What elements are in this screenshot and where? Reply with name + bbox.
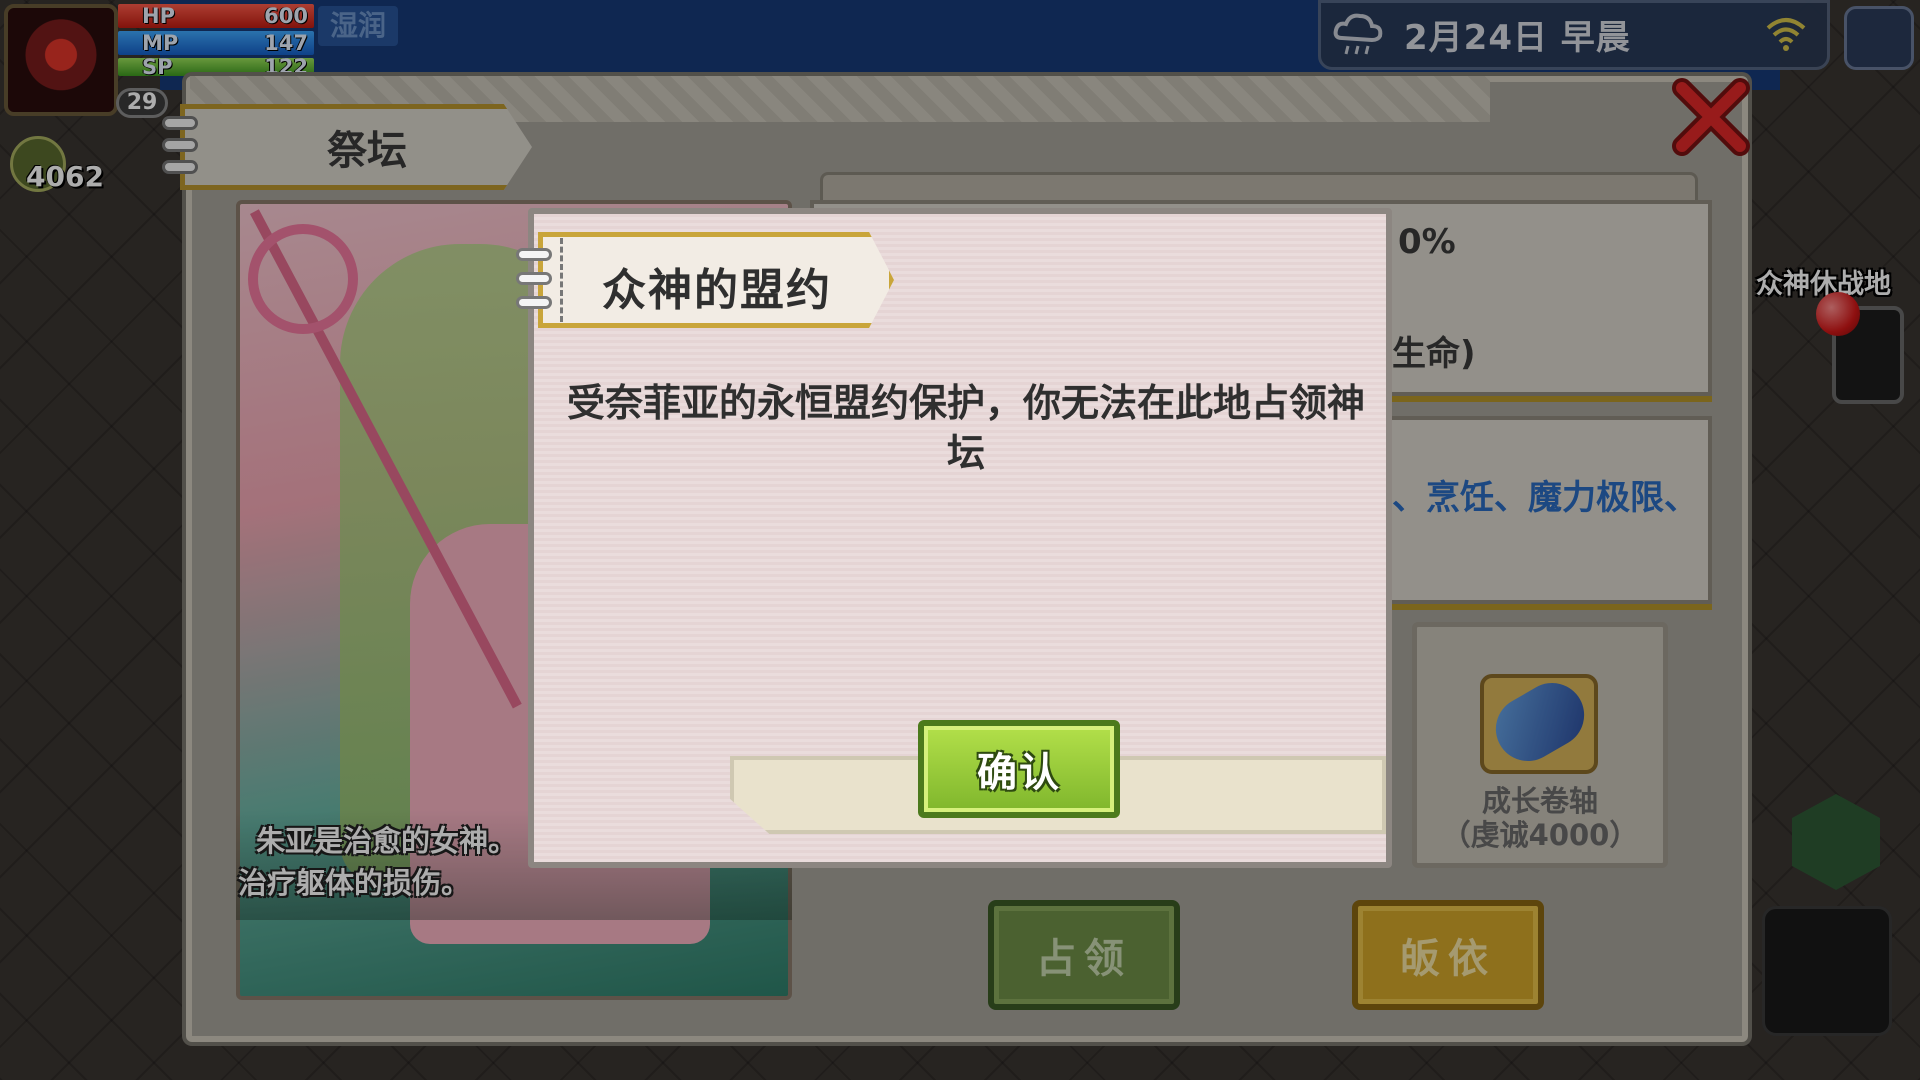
dialog-title: 众神的盟约 [602, 265, 832, 316]
dialog-tab-ring [516, 272, 552, 285]
dialog-tab-stitch [560, 238, 568, 322]
confirm-button[interactable]: 确认 [918, 720, 1120, 818]
dialog-tab-ring [516, 296, 552, 309]
dialog-message: 受奈菲亚的永恒盟约保护，你无法在此地占领神坛 [566, 381, 1365, 475]
dialog-tab-ring [516, 248, 552, 261]
